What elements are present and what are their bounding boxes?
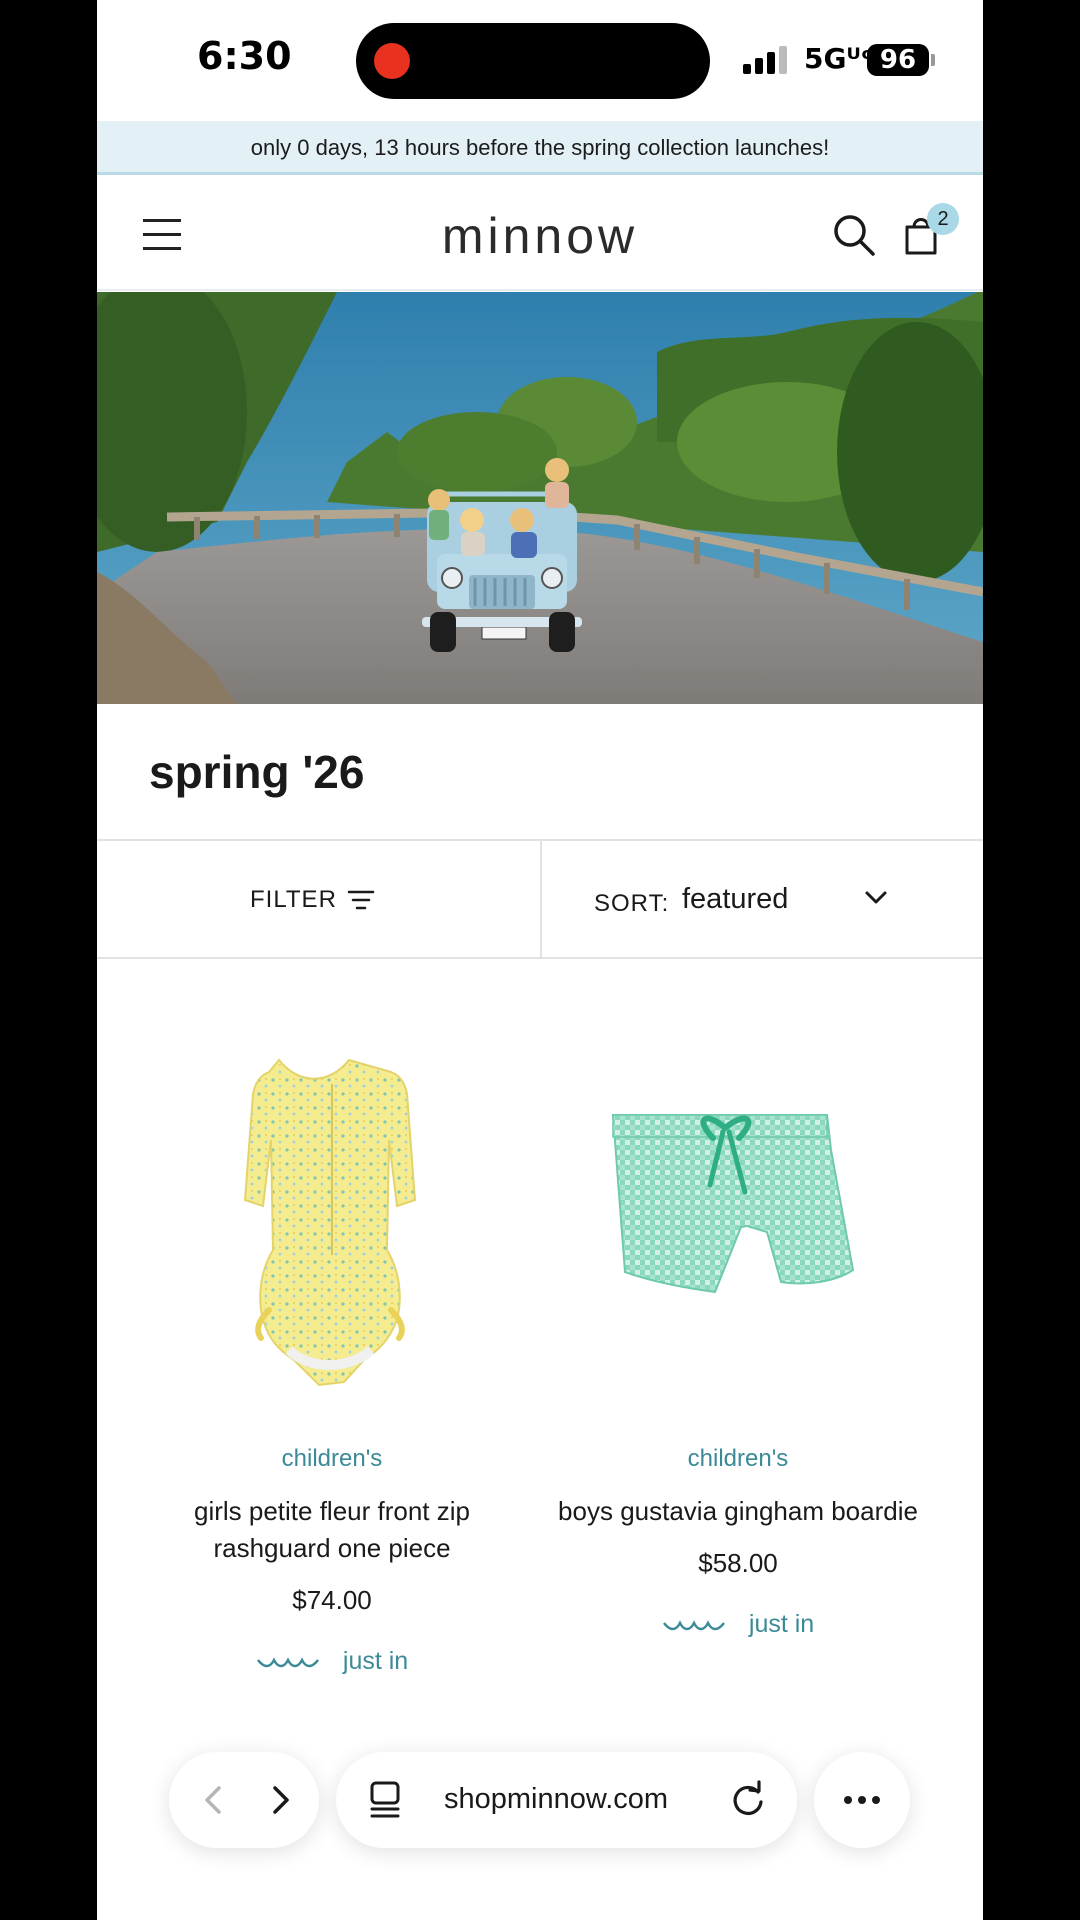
product-category: children's [281,1445,383,1472]
recording-indicator-icon [374,43,410,79]
announcement-bar[interactable]: only 0 days, 13 hours before the spring … [97,121,983,175]
filter-button[interactable]: FILTER [97,841,540,959]
product-card[interactable]: children's girls petite fleur front zip … [129,1020,535,1680]
chevron-down-icon [865,891,887,904]
search-icon[interactable] [832,213,876,257]
signal-strength-icon [743,46,789,74]
sort-label: SORT: [594,890,670,917]
filter-sort-bar: FILTER SORT: featured [97,839,983,959]
product-price: $58.00 [698,1548,778,1578]
status-bar: 6:30 5Gᵁᶜ 96 [97,0,983,120]
cart-count-badge[interactable]: 2 [927,203,959,235]
product-name[interactable]: girls petite fleur front zip rashguard o… [129,1493,535,1567]
back-icon[interactable] [195,1782,231,1818]
product-category: children's [687,1445,789,1472]
dynamic-island [356,23,710,99]
address-bar[interactable]: shopminnow.com [336,1752,797,1848]
wave-icon [662,1619,725,1630]
status-time: 6:30 [197,34,292,78]
network-type: 5Gᵁᶜ [804,42,873,75]
sort-dropdown[interactable]: SORT: featured [542,841,983,959]
badge-text: just in [342,1647,409,1675]
browser-toolbar: shopminnow.com [97,1740,983,1860]
page-title: spring '26 [149,746,365,798]
product-name[interactable]: boys gustavia gingham boardie [535,1493,941,1530]
product-card[interactable]: children's boys gustavia gingham boardie… [535,1020,941,1680]
just-in-badge: just in [129,1647,535,1687]
product-image-rashguard[interactable] [129,1020,535,1420]
wave-icon [256,1656,319,1667]
phone-screen: 6:30 5Gᵁᶜ 96 only 0 days, 13 hours befor… [97,0,983,1920]
product-image-boardie[interactable] [535,1020,941,1420]
filter-label: FILTER [250,886,337,913]
battery-cap-icon [931,54,935,66]
reload-icon[interactable] [728,1780,768,1820]
sort-value: featured [682,883,789,915]
more-icon [844,1796,880,1804]
product-price: $74.00 [292,1585,372,1615]
more-button[interactable] [814,1752,910,1848]
navigation-pill [169,1752,319,1848]
site-header: minnow 2 [97,177,983,291]
just-in-badge: just in [535,1610,941,1650]
tabs-icon[interactable] [368,1780,402,1820]
hero-image [97,292,983,704]
forward-icon[interactable] [263,1782,299,1818]
url-text[interactable]: shopminnow.com [444,1783,668,1816]
battery-indicator: 96 [867,44,929,76]
filter-icon [347,890,375,910]
badge-text: just in [748,1610,815,1638]
